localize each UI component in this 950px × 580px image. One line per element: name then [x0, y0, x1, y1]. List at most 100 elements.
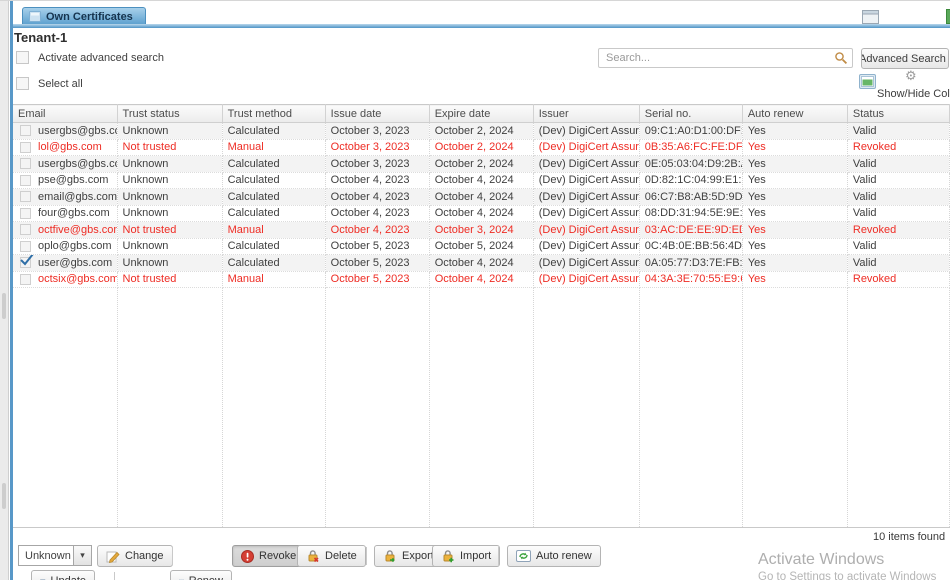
cell-expire-date: October 5, 2024: [429, 238, 533, 255]
splitter-grip[interactable]: [2, 293, 6, 319]
auto-renew-label: Auto renew: [536, 550, 592, 562]
row-checkbox[interactable]: [20, 257, 31, 268]
cell-expire-date: October 2, 2024: [429, 156, 533, 173]
cell-expire-date: October 4, 2024: [429, 189, 533, 206]
row-checkbox[interactable]: [20, 224, 31, 235]
cell-serial-no: 03:AC:DE:EE:9D:ED:C7...: [639, 222, 742, 239]
change-label: Change: [125, 550, 164, 562]
window-layout-icon[interactable]: [862, 10, 879, 24]
table-row[interactable]: four@gbs.com Unknown Calculated October …: [13, 205, 950, 222]
advanced-search-button[interactable]: Advanced Search: [861, 48, 949, 69]
cell-serial-no: 09:C1:A0:D1:00:DF:4F:...: [639, 123, 742, 140]
row-checkbox[interactable]: [20, 175, 31, 186]
clipped-edge-icon[interactable]: [946, 9, 950, 24]
column-header-trust-method[interactable]: Trust method: [222, 105, 325, 123]
checkmark-icon: [19, 255, 34, 267]
page-title: Tenant-1: [14, 30, 67, 45]
cell-issue-date: October 5, 2023: [325, 255, 429, 272]
cell-trust-status: Unknown: [117, 238, 222, 255]
column-header-expire-date[interactable]: Expire date: [429, 105, 533, 123]
table-filler-cell: [533, 288, 639, 528]
cell-auto-renew: Yes: [742, 222, 847, 239]
toolbar-separator: [498, 547, 499, 565]
column-header-issue-date[interactable]: Issue date: [325, 105, 429, 123]
table-row[interactable]: pse@gbs.com Unknown Calculated October 4…: [13, 172, 950, 189]
column-header-auto-renew[interactable]: Auto renew: [742, 105, 847, 123]
column-header-trust-status[interactable]: Trust status: [117, 105, 222, 123]
table-row[interactable]: octfive@gbs.com Not trusted Manual Octob…: [13, 222, 950, 239]
cell-issue-date: October 3, 2023: [325, 139, 429, 156]
cell-status: Valid: [847, 156, 949, 173]
table-row[interactable]: octsix@gbs.com Not trusted Manual Octobe…: [13, 271, 950, 288]
cell-email: usergbs@gbs.com: [38, 158, 117, 170]
delete-lock-icon: [306, 549, 320, 563]
table-row[interactable]: email@gbs.com Unknown Calculated October…: [13, 189, 950, 206]
cell-issue-date: October 5, 2023: [325, 271, 429, 288]
import-button[interactable]: Import: [432, 545, 500, 567]
search-icon[interactable]: [834, 51, 848, 65]
show-hide-columns-icon[interactable]: [859, 74, 876, 89]
cell-issue-date: October 3, 2023: [325, 123, 429, 140]
advanced-search-label: Advanced Search: [861, 53, 946, 65]
cell-issuer: (Dev) DigiCert Assured I...: [533, 271, 639, 288]
show-hide-columns-button[interactable]: Show/Hide Columns: [877, 88, 950, 100]
cell-status: Revoked: [847, 139, 949, 156]
cell-serial-no: 0D:82:1C:04:99:E1:10:B...: [639, 172, 742, 189]
search-input[interactable]: [598, 48, 853, 68]
column-header-status[interactable]: Status: [847, 105, 949, 123]
change-button[interactable]: Change: [97, 545, 173, 567]
splitter-grip[interactable]: [2, 483, 6, 509]
select-all-label: Select all: [38, 78, 83, 90]
cell-trust-status: Not trusted: [117, 139, 222, 156]
cell-auto-renew: Yes: [742, 271, 847, 288]
column-header-serial-no[interactable]: Serial no.: [639, 105, 742, 123]
cell-status: Valid: [847, 238, 949, 255]
auto-renew-button[interactable]: Auto renew: [507, 545, 601, 567]
import-lock-icon: [441, 549, 455, 563]
row-checkbox[interactable]: [20, 208, 31, 219]
tab-own-certificates[interactable]: Own Certificates: [22, 7, 146, 25]
column-header-issuer[interactable]: Issuer: [533, 105, 639, 123]
activate-advanced-search-option[interactable]: Activate advanced search: [16, 51, 164, 64]
cell-serial-no: 04:3A:3E:70:55:E9:69:A...: [639, 271, 742, 288]
gear-icon[interactable]: ⚙: [905, 69, 917, 82]
trust-status-select[interactable]: Unknown: [18, 545, 73, 566]
select-all-checkbox[interactable]: [16, 77, 29, 90]
row-checkbox[interactable]: [20, 274, 31, 285]
cell-auto-renew: Yes: [742, 139, 847, 156]
activate-advanced-search-checkbox[interactable]: [16, 51, 29, 64]
cell-trust-status: Unknown: [117, 156, 222, 173]
cell-status: Valid: [847, 172, 949, 189]
select-all-option[interactable]: Select all: [16, 77, 83, 90]
row-checkbox[interactable]: [20, 191, 31, 202]
cell-status: Valid: [847, 255, 949, 272]
cell-email: usergbs@gbs.com: [38, 125, 117, 137]
cell-trust-status: Unknown: [117, 172, 222, 189]
table-row[interactable]: lol@gbs.com Not trusted Manual October 3…: [13, 139, 950, 156]
certificate-tab-icon: [29, 11, 41, 22]
sidebar-splitter[interactable]: [0, 1, 9, 580]
row-checkbox[interactable]: [20, 158, 31, 169]
delete-button[interactable]: Delete: [297, 545, 366, 567]
renew-button[interactable]: Renew: [170, 570, 232, 580]
table-row[interactable]: user@gbs.com Unknown Calculated October …: [13, 255, 950, 272]
trust-status-select-arrow[interactable]: ▾: [73, 545, 92, 566]
cell-trust-status: Unknown: [117, 123, 222, 140]
export-lock-icon: [383, 549, 397, 563]
table-row[interactable]: usergbs@gbs.com Unknown Calculated Octob…: [13, 123, 950, 140]
cell-serial-no: 0E:05:03:04:D9:2B:AD:9...: [639, 156, 742, 173]
cell-trust-status: Unknown: [117, 189, 222, 206]
update-button[interactable]: Update: [31, 570, 95, 580]
table-row[interactable]: usergbs@gbs.com Unknown Calculated Octob…: [13, 156, 950, 173]
row-checkbox[interactable]: [20, 241, 31, 252]
items-found-label: 10 items found: [873, 531, 945, 543]
cell-status: Revoked: [847, 222, 949, 239]
revoke-button[interactable]: Revoke: [232, 545, 305, 567]
cell-auto-renew: Yes: [742, 205, 847, 222]
row-checkbox[interactable]: [20, 142, 31, 153]
row-checkbox[interactable]: [20, 125, 31, 136]
cell-serial-no: 0C:4B:0E:BB:56:4D:66:...: [639, 238, 742, 255]
update-icon: [40, 575, 46, 580]
column-header-email[interactable]: Email: [13, 105, 117, 123]
table-row[interactable]: oplo@gbs.com Unknown Calculated October …: [13, 238, 950, 255]
